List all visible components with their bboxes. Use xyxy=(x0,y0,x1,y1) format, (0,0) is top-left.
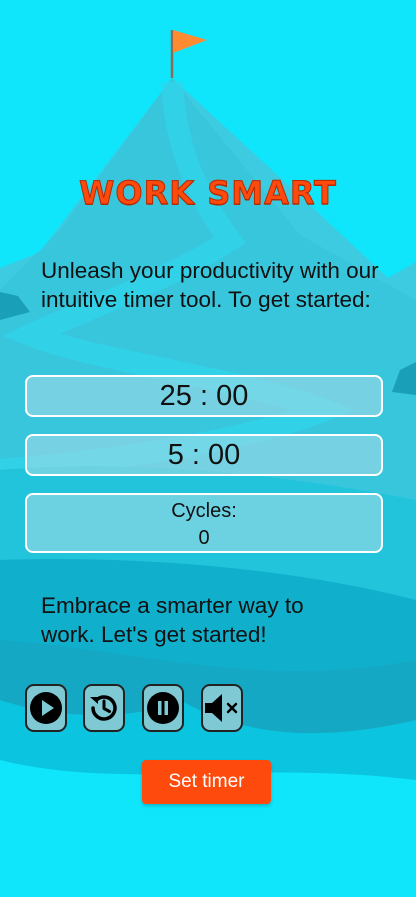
play-icon xyxy=(29,691,63,725)
cycles-display: Cycles: 0 xyxy=(25,493,383,553)
break-duration-display[interactable]: 5 : 00 xyxy=(25,434,383,476)
volume-mute-icon xyxy=(203,691,241,725)
outro-text: Embrace a smarter way to work. Let's get… xyxy=(41,593,304,647)
set-timer-button[interactable]: Set timer xyxy=(142,760,271,804)
cycles-count: 0 xyxy=(198,527,210,549)
work-duration-display[interactable]: 25 : 00 xyxy=(25,375,383,417)
page-title: WORK SMART xyxy=(79,174,337,213)
intro-text: Unleash your productivity with our intui… xyxy=(41,258,379,312)
mute-button[interactable] xyxy=(201,684,243,732)
history-icon xyxy=(86,690,122,726)
reset-button[interactable] xyxy=(83,684,125,732)
cycles-label: Cycles: xyxy=(171,500,237,522)
pause-icon xyxy=(146,691,180,725)
play-button[interactable] xyxy=(25,684,67,732)
content: WORK SMART Unleash your productivity wit… xyxy=(0,0,416,897)
pause-button[interactable] xyxy=(142,684,184,732)
